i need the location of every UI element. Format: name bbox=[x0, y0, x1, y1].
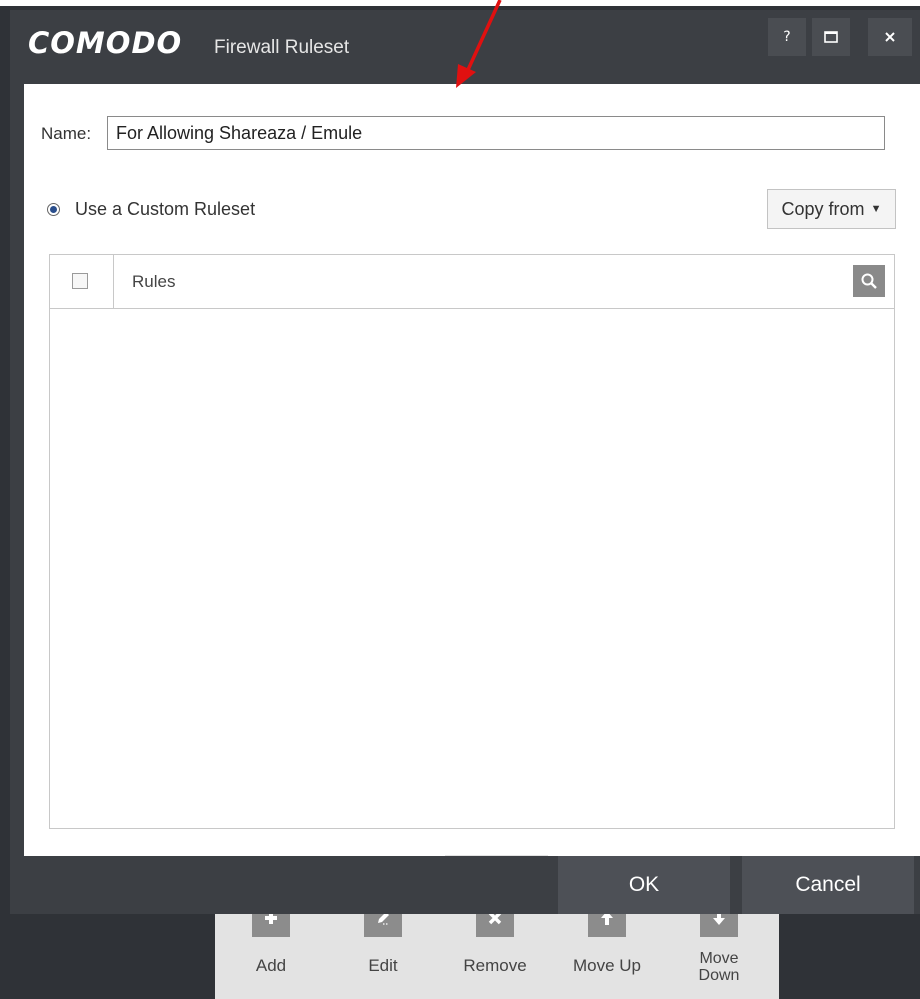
dialog-footer: OK Cancel bbox=[10, 856, 920, 914]
edit-label: Edit bbox=[368, 956, 398, 975]
remove-rule-button[interactable]: Remove bbox=[439, 899, 551, 999]
radio-selected-dot bbox=[50, 206, 57, 213]
move-down-label-line1: Move bbox=[699, 950, 739, 967]
help-button[interactable]: ? bbox=[768, 18, 806, 56]
dialog-title: Firewall Ruleset bbox=[214, 37, 350, 58]
close-icon bbox=[885, 32, 895, 42]
custom-ruleset-label[interactable]: Use a Custom Ruleset bbox=[75, 199, 255, 220]
move-up-button[interactable]: Move Up bbox=[551, 899, 663, 999]
rules-table: Rules Add Edit Remove Move Up Move Down bbox=[49, 254, 895, 999]
move-up-label: Move Up bbox=[572, 956, 642, 975]
chevron-down-icon: ▼ bbox=[870, 203, 882, 215]
name-label: Name: bbox=[41, 124, 92, 143]
title-bar[interactable]: COMODO Firewall Ruleset ? bbox=[10, 10, 920, 84]
rules-table-header: Rules bbox=[50, 255, 894, 309]
maximize-icon bbox=[824, 31, 838, 43]
maximize-button[interactable] bbox=[812, 18, 850, 56]
brand-logo: COMODO bbox=[28, 26, 183, 60]
rules-column-header[interactable]: Rules bbox=[132, 272, 175, 292]
search-icon bbox=[861, 273, 877, 289]
close-button[interactable] bbox=[868, 18, 912, 56]
select-all-cell bbox=[50, 255, 114, 308]
custom-ruleset-radio[interactable] bbox=[47, 203, 60, 216]
move-down-button[interactable]: Move Down bbox=[663, 899, 775, 999]
dialog-content: Name: Use a Custom Ruleset Copy from ▼ R… bbox=[24, 84, 920, 999]
edit-rule-button[interactable]: Edit bbox=[327, 899, 439, 999]
ruleset-name-input[interactable] bbox=[107, 116, 885, 150]
copy-from-label: Copy from bbox=[781, 198, 865, 219]
ok-button[interactable]: OK bbox=[558, 856, 730, 914]
copy-from-dropdown[interactable]: Copy from ▼ bbox=[767, 189, 896, 229]
move-down-label: Move Down bbox=[663, 950, 775, 984]
add-rule-button[interactable]: Add bbox=[215, 899, 327, 999]
move-down-label-line2: Down bbox=[698, 967, 740, 984]
background-strip bbox=[0, 0, 920, 10]
cancel-button[interactable]: Cancel bbox=[742, 856, 914, 914]
firewall-ruleset-dialog: COMODO Firewall Ruleset ? Name: Use a Cu… bbox=[10, 10, 920, 999]
add-label: Add bbox=[255, 956, 287, 975]
remove-label: Remove bbox=[463, 956, 527, 975]
select-all-checkbox[interactable] bbox=[72, 273, 88, 289]
search-button[interactable] bbox=[853, 265, 885, 297]
